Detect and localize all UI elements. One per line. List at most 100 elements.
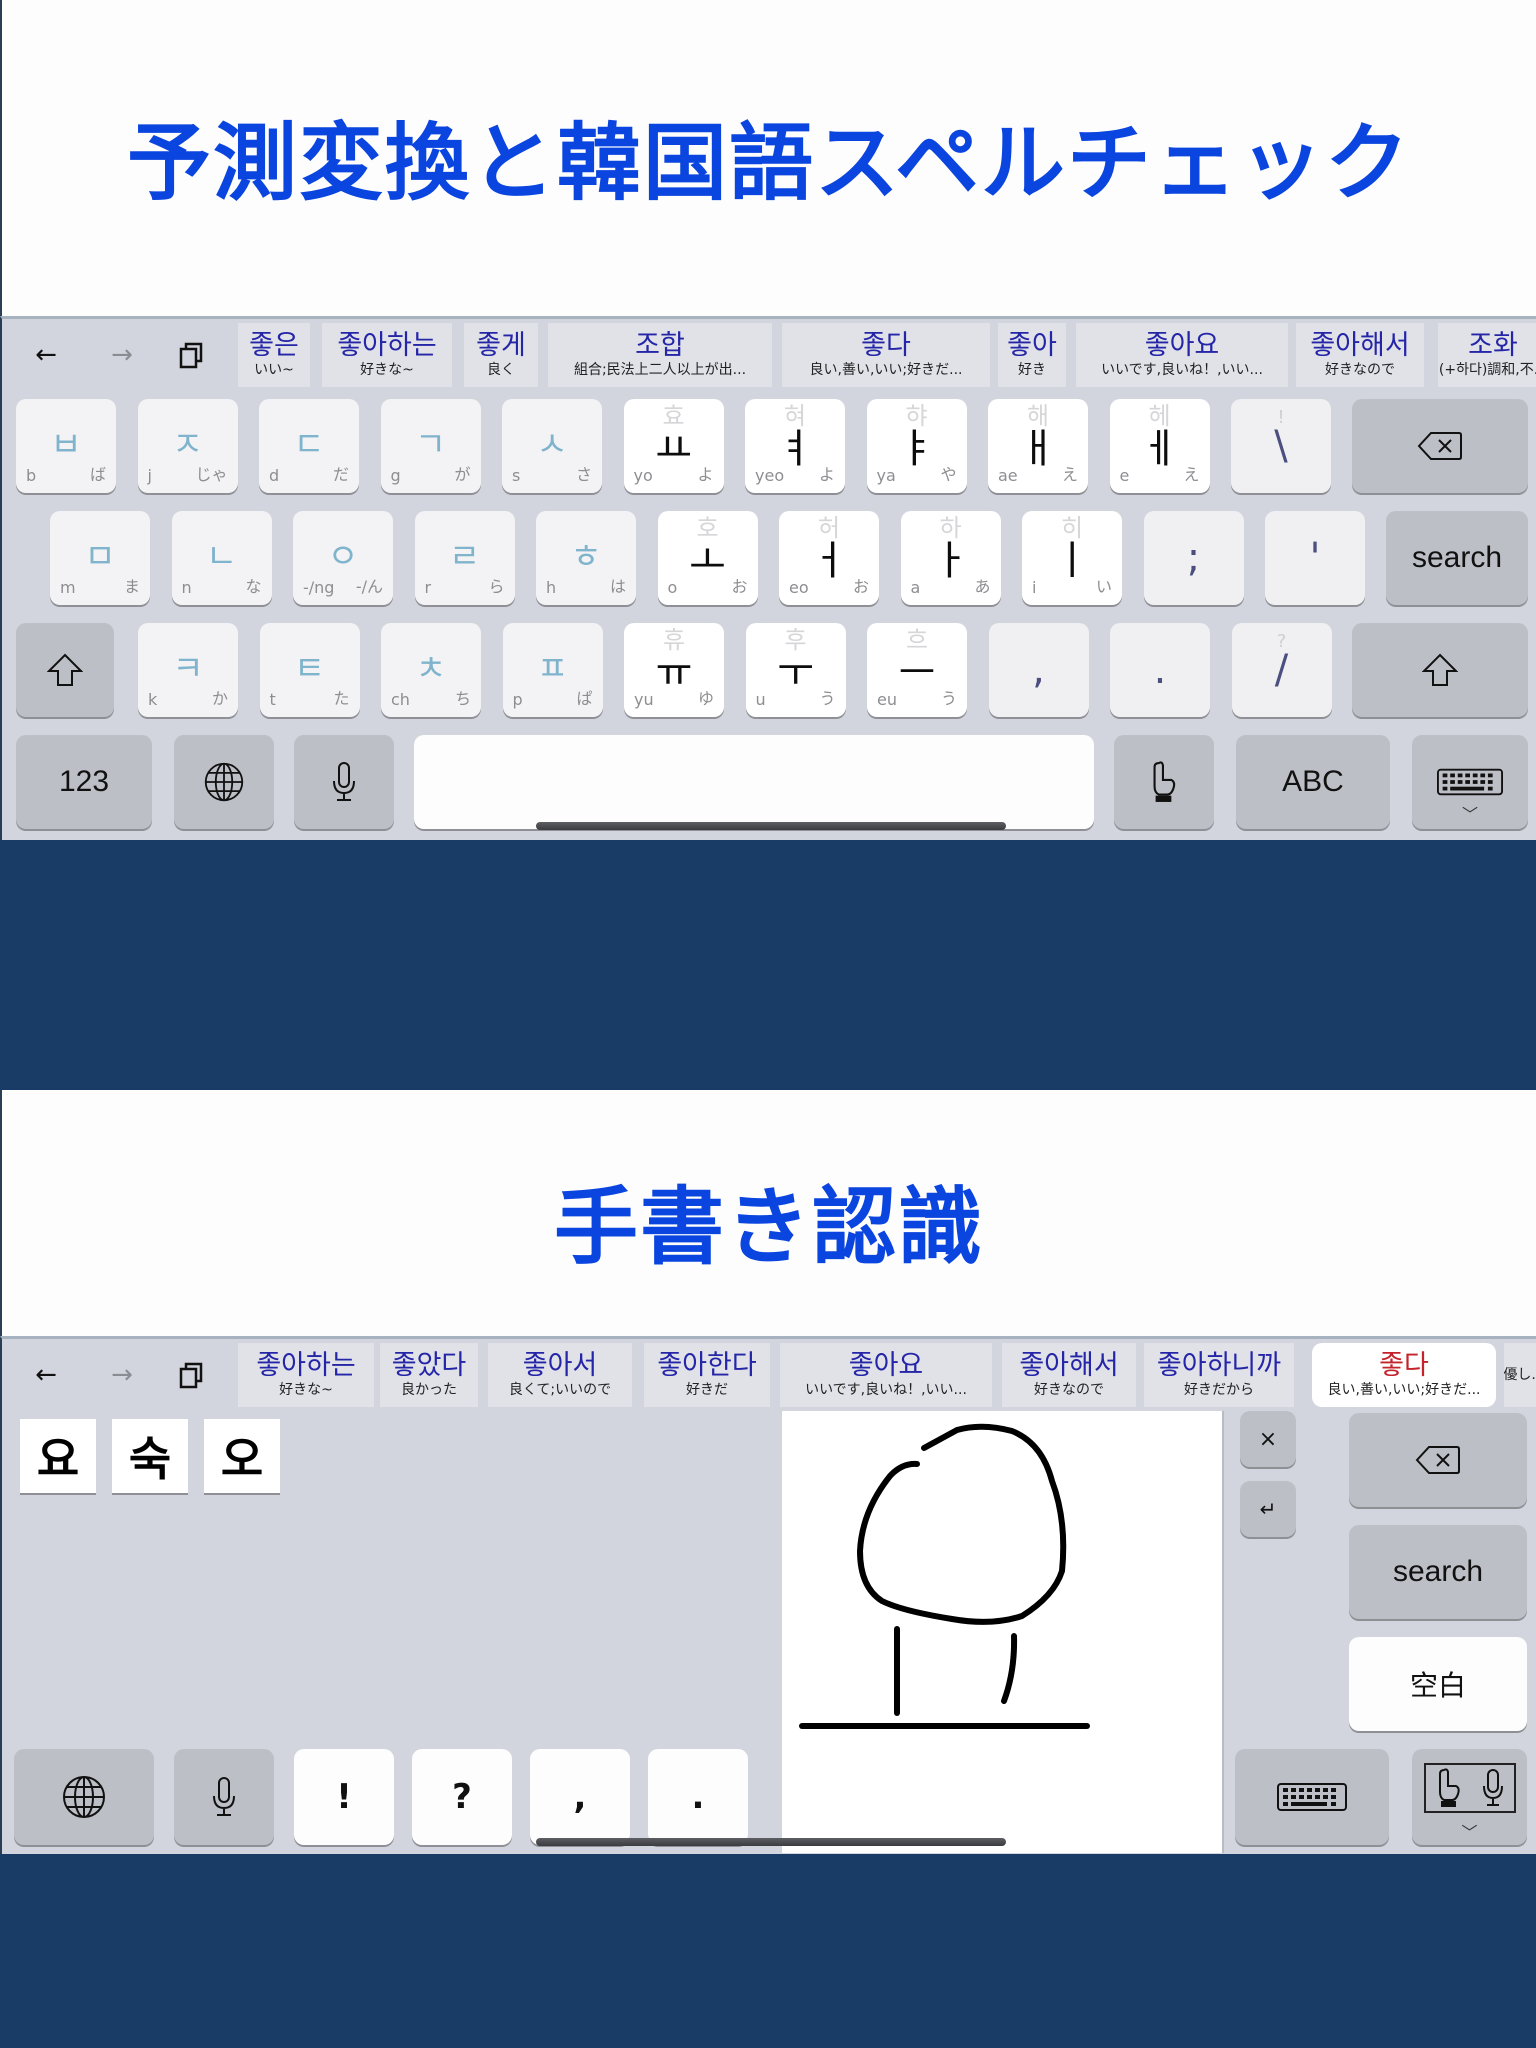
candidate-item[interactable]: 좋아요 いいです,良いね！,いい... <box>780 1343 992 1407</box>
forward-button[interactable]: → <box>102 1355 142 1395</box>
consonant-key[interactable]: ㅎh は <box>536 511 636 605</box>
key-jamo: ㄱ <box>414 425 447 465</box>
candidate-item[interactable]: 좋아서 良くて;いいので <box>488 1343 632 1407</box>
numbers-button[interactable]: 123 <box>16 735 152 829</box>
consonant-key[interactable]: ㅋk か <box>138 623 238 717</box>
key-romanization: yu <box>634 690 654 709</box>
consonant-key[interactable]: ㅂb ば <box>16 399 116 493</box>
vowel-key[interactable]: 흐 ㅡ eu う <box>867 623 967 717</box>
candidate-item[interactable]: 좋다 良い,善い,いい;好きだ... <box>1312 1343 1496 1407</box>
candidate-item[interactable]: 조화(+하다)調和,不... <box>1438 323 1536 387</box>
backspace-button[interactable] <box>1352 399 1528 493</box>
consonant-key[interactable]: ㄹr ら <box>414 511 515 605</box>
space-button[interactable]: 空白 <box>1349 1637 1527 1731</box>
candidate-item[interactable]: 좋게 良く <box>464 323 538 387</box>
candidate-item[interactable]: 좋아한다 好きだ <box>644 1343 770 1407</box>
recognized-char[interactable]: 숙 <box>112 1419 188 1493</box>
copy-button[interactable] <box>172 1355 212 1395</box>
vowel-key[interactable]: 호ㅗoお <box>657 511 758 605</box>
candidate-item[interactable]: 좋아해서 好きなので <box>1296 323 1424 387</box>
candidate-item[interactable]: 좋아 好き <box>998 323 1066 387</box>
candidate-item[interactable]: 좋아하니까 好きだから <box>1144 1343 1294 1407</box>
punctuation-key[interactable]: . <box>648 1749 748 1845</box>
consonant-key[interactable]: ㅈ j じゃ <box>137 399 238 493</box>
copy-button[interactable] <box>172 335 212 375</box>
consonant-key[interactable]: ㅁm ま <box>50 511 150 605</box>
home-indicator[interactable] <box>536 1838 1006 1846</box>
candidate-item[interactable]: 좋다 良い,善い,いい;好きだ... <box>782 323 990 387</box>
candidate-item[interactable]: 좋아하는 好きな~ <box>322 323 452 387</box>
vowel-key[interactable]: 허 ㅓ eo お <box>779 511 879 605</box>
backspace-button[interactable] <box>1349 1413 1527 1507</box>
punctuation-key[interactable]: , <box>530 1749 630 1845</box>
punctuation-key[interactable]: ; <box>1143 511 1244 605</box>
keyboard-switch-button[interactable] <box>1235 1749 1389 1845</box>
handwriting-canvas[interactable] <box>782 1411 1224 1853</box>
punctuation-key[interactable]: ' <box>1265 511 1365 605</box>
back-button[interactable]: ← <box>26 335 66 375</box>
consonant-key[interactable]: ㅇ -/ng -/ん <box>293 511 393 605</box>
shift-right-button[interactable] <box>1352 623 1528 717</box>
vowel-key[interactable]: 후ㅜuう <box>745 623 846 717</box>
vowel-key[interactable]: 하ㅏaあ <box>900 511 1001 605</box>
key-kana: じゃ <box>195 465 228 484</box>
recognized-char[interactable]: 요 <box>20 1419 96 1493</box>
consonant-key[interactable]: ㅅs さ <box>502 399 602 493</box>
handwriting-button[interactable] <box>1114 735 1214 829</box>
enter-button[interactable]: ↵ <box>1240 1481 1296 1537</box>
key-kana: ま <box>123 577 140 596</box>
back-button[interactable]: ← <box>26 1355 66 1395</box>
key-romanization: h <box>546 578 557 597</box>
input-mode-button[interactable]: ﹀ <box>1412 1749 1527 1845</box>
candidate-item[interactable]: 좋아요 いいです,良いね！,いい... <box>1076 323 1288 387</box>
mic-button[interactable] <box>294 735 394 829</box>
candidate-word: 좋아 <box>1007 330 1057 361</box>
punctuation-key[interactable]: . <box>1110 623 1210 717</box>
recognized-char[interactable]: 오 <box>204 1419 280 1493</box>
shift-left-button[interactable] <box>16 623 114 717</box>
key-romanization: e <box>1119 466 1130 485</box>
candidate-item[interactable]: 조합 組合;民法上二人以上が出... <box>548 323 772 387</box>
vowel-key[interactable]: 히ㅣiい <box>1022 511 1122 605</box>
keyboard-dismiss-button[interactable]: ﹀ <box>1412 735 1528 829</box>
candidate-word: 좋아하는 <box>337 330 437 361</box>
key-char: . <box>1153 647 1167 693</box>
vowel-key[interactable]: 효 ㅛ yo よ <box>623 399 724 493</box>
globe-button[interactable] <box>14 1749 154 1845</box>
globe-icon <box>204 762 244 802</box>
space-bar[interactable] <box>414 735 1094 829</box>
home-indicator[interactable] <box>536 822 1006 830</box>
consonant-key[interactable]: ㅊ ch ち <box>381 623 481 717</box>
search-button[interactable]: search <box>1349 1525 1527 1619</box>
mic-button[interactable] <box>174 1749 274 1845</box>
consonant-key[interactable]: ㅍp ぱ <box>502 623 603 717</box>
backspace-icon <box>1417 432 1462 460</box>
candidate-item[interactable]: 좋아해서 好きなので <box>1002 1343 1136 1407</box>
punctuation-key[interactable]: , <box>988 623 1089 717</box>
candidate-item[interactable]: 좋아하는 好きな~ <box>238 1343 374 1407</box>
punctuation-key[interactable]: ! <box>294 1749 394 1845</box>
forward-button[interactable]: → <box>102 335 142 375</box>
keyboard-icon <box>1277 1783 1347 1811</box>
consonant-key[interactable]: ㄴn な <box>171 511 272 605</box>
globe-button[interactable] <box>174 735 274 829</box>
candidate-meaning: 好きなので <box>1325 362 1395 378</box>
candidate-item[interactable]: 좋았다 良かった <box>380 1343 478 1407</box>
candidate-meaning: 好きなので <box>1034 1382 1104 1398</box>
clear-button[interactable]: × <box>1240 1411 1296 1467</box>
punctuation-key[interactable]: ! \ <box>1231 399 1331 493</box>
punctuation-key[interactable]: ? / <box>1231 623 1332 717</box>
consonant-key[interactable]: ㅌt た <box>259 623 360 717</box>
candidate-item[interactable]: 좋은 いい~ <box>238 323 310 387</box>
consonant-key[interactable]: ㄱg が <box>380 399 481 493</box>
abc-button[interactable]: ABC <box>1236 735 1390 829</box>
vowel-key[interactable]: 혀 ㅕ yeo よ <box>745 399 845 493</box>
vowel-key[interactable]: 햐 ㅑ ya や <box>866 399 967 493</box>
vowel-key[interactable]: 해 ㅐ ae え <box>988 399 1088 493</box>
candidate-item[interactable]: 優し... <box>1504 1343 1536 1407</box>
search-button[interactable]: search <box>1386 511 1528 605</box>
consonant-key[interactable]: ㄷd だ <box>259 399 359 493</box>
vowel-key[interactable]: 헤ㅔeえ <box>1109 399 1210 493</box>
punctuation-key[interactable]: ? <box>412 1749 512 1845</box>
vowel-key[interactable]: 휴 ㅠ yu ゆ <box>624 623 724 717</box>
